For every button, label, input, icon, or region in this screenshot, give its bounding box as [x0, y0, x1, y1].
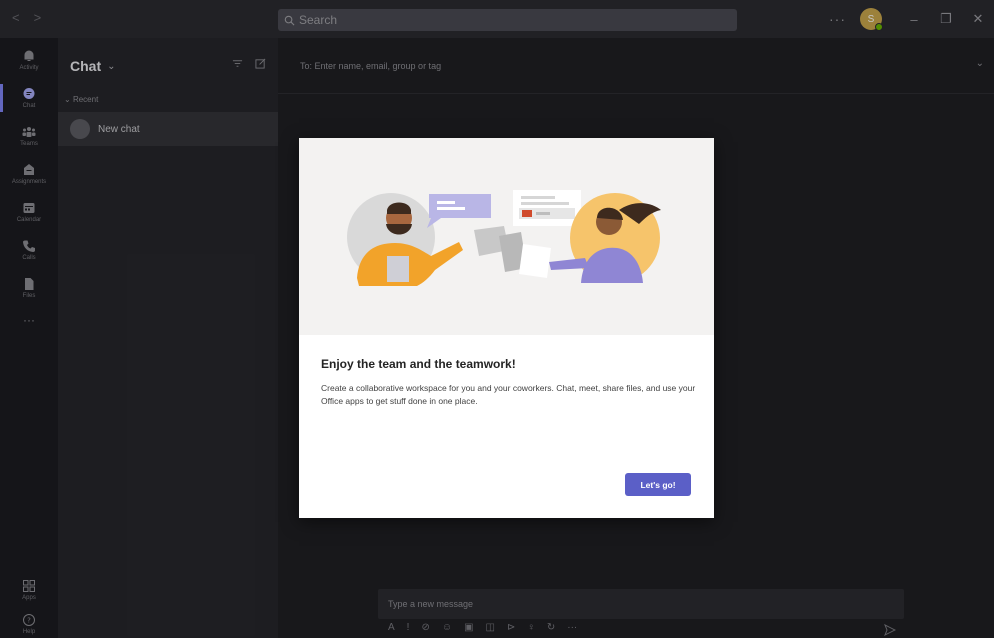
- dialog-body: Create a collaborative workspace for you…: [321, 383, 696, 406]
- teamwork-illustration: [347, 190, 661, 286]
- lets-go-button[interactable]: Let's go!: [625, 473, 691, 496]
- welcome-dialog: Enjoy the team and the teamwork! Create …: [299, 138, 714, 518]
- dialog-title: Enjoy the team and the teamwork!: [321, 357, 516, 371]
- hero-illustration: [299, 138, 714, 335]
